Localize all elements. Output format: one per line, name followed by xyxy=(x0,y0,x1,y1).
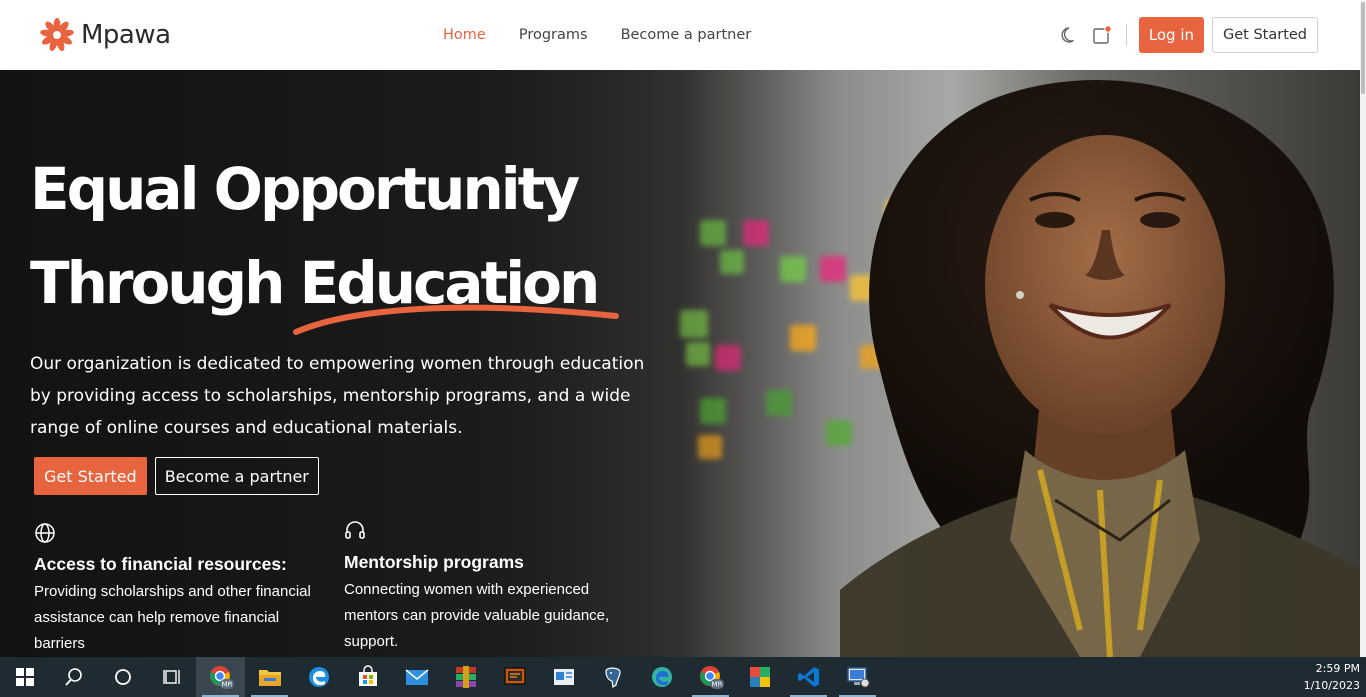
taskbar-store-app[interactable] xyxy=(343,657,392,697)
sunburst-logo-icon xyxy=(40,18,74,52)
feature-mentorship: Mentorship programs Connecting women wit… xyxy=(344,520,644,655)
feature-desc-line: Providing scholarships and other financi… xyxy=(34,583,311,600)
notification-button[interactable] xyxy=(1088,21,1116,49)
intro-line-1: Our organization is dedicated to empower… xyxy=(30,354,645,374)
taskbar-office-app[interactable] xyxy=(735,657,784,697)
hero-intro-text: Our organization is dedicated to empower… xyxy=(30,348,670,444)
taskbar-postgres-app[interactable] xyxy=(588,657,637,697)
office-icon xyxy=(749,667,770,687)
nav-become-partner-link[interactable]: Become a partner xyxy=(621,25,752,45)
taskbar-file-explorer-app[interactable] xyxy=(245,657,294,697)
scrollbar-thumb[interactable] xyxy=(1361,2,1365,94)
taskbar-outlook-app[interactable] xyxy=(539,657,588,697)
feature-financial-resources: Access to financial resources: Providing… xyxy=(34,522,334,657)
vscode-icon xyxy=(797,667,819,687)
feature-desc-line: assistance can help remove financial xyxy=(34,609,280,626)
system-clock[interactable]: 2:59 PM 1/10/2023 xyxy=(1304,660,1360,694)
headline-line-1: Equal Opportunity xyxy=(30,155,580,223)
store-icon xyxy=(358,665,377,686)
globe-icon xyxy=(35,523,55,543)
main-nav: Home Programs Become a partner xyxy=(443,25,784,45)
cortana-icon xyxy=(114,669,131,685)
taskbar-vscode-app[interactable] xyxy=(784,657,833,697)
taskbar-winrar-app[interactable] xyxy=(441,657,490,697)
taskbar-search-button[interactable] xyxy=(49,657,98,697)
feature-title: Access to financial resources: xyxy=(34,554,287,574)
header-divider xyxy=(1125,24,1127,46)
hero-get-started-button[interactable]: Get Started xyxy=(34,457,147,495)
outlook-icon xyxy=(553,669,574,685)
chrome-profile-badge: MR xyxy=(221,681,232,689)
task-view-button[interactable] xyxy=(147,657,196,697)
hero-become-partner-button[interactable]: Become a partner xyxy=(154,457,319,495)
feature-desc-line: support. xyxy=(344,633,399,650)
brand-logo[interactable]: Mpawa xyxy=(39,17,171,53)
intro-line-2: by providing access to scholarships, men… xyxy=(30,386,631,406)
windows-taskbar: MR MR 2:59 PM 1/10/2023 xyxy=(0,657,1366,697)
winrar-icon xyxy=(455,666,476,688)
chrome-icon: MR xyxy=(699,666,724,689)
taskbar-presentation-app[interactable] xyxy=(490,657,539,697)
headset-icon xyxy=(345,521,365,539)
feature-desc-line: barriers xyxy=(34,635,85,652)
mail-icon xyxy=(405,669,428,685)
taskbar-chrome-app-2[interactable]: MR xyxy=(686,657,735,697)
taskbar-remote-desktop-app[interactable] xyxy=(833,657,882,697)
page-scrollbar[interactable] xyxy=(1360,0,1366,657)
notification-icon xyxy=(1093,25,1112,44)
start-button[interactable] xyxy=(0,657,49,697)
headline-underline-decoration xyxy=(293,304,619,335)
cortana-button[interactable] xyxy=(98,657,147,697)
search-icon xyxy=(64,668,82,686)
taskbar-edge-app[interactable] xyxy=(294,657,343,697)
postgres-icon xyxy=(604,667,621,689)
edge-beta-icon xyxy=(651,667,672,687)
chrome-profile-badge: MR xyxy=(711,681,722,689)
feature-desc-line: mentors can provide valuable guidance, xyxy=(344,607,610,624)
clock-time: 2:59 PM xyxy=(1315,662,1360,675)
header-get-started-button[interactable]: Get Started xyxy=(1212,17,1318,53)
theme-toggle-button[interactable] xyxy=(1056,21,1084,49)
clock-date: 1/10/2023 xyxy=(1303,679,1360,692)
task-view-icon xyxy=(162,670,180,684)
nav-home-link[interactable]: Home xyxy=(443,25,486,45)
remote-desktop-icon xyxy=(846,667,869,688)
hero-section: Equal Opportunity Through Education Our … xyxy=(0,70,1360,657)
intro-line-3: range of online courses and educational … xyxy=(30,418,463,438)
feature-desc-line: Connecting women with experienced xyxy=(344,581,590,598)
nav-programs-link[interactable]: Programs xyxy=(519,25,588,45)
feature-description: Connecting women with experienced mentor… xyxy=(344,577,644,655)
login-button[interactable]: Log in xyxy=(1138,17,1204,53)
taskbar-mail-app[interactable] xyxy=(392,657,441,697)
edge-icon xyxy=(308,667,329,687)
site-header: Mpawa Home Programs Become a partner Log… xyxy=(0,0,1366,70)
moon-icon xyxy=(1061,27,1074,43)
feature-title: Mentorship programs xyxy=(344,552,524,572)
chrome-icon: MR xyxy=(209,666,234,689)
brand-name: Mpawa xyxy=(81,20,171,50)
taskbar-chrome-app[interactable]: MR xyxy=(196,657,245,697)
header-actions: Log in Get Started xyxy=(1056,17,1318,53)
presentation-icon xyxy=(503,667,526,685)
windows-start-icon xyxy=(15,668,34,686)
file-explorer-icon xyxy=(258,670,281,686)
taskbar-edge-beta-app[interactable] xyxy=(637,657,686,697)
feature-description: Providing scholarships and other financi… xyxy=(34,579,334,657)
hero-cta-row: Get Started Become a partner xyxy=(34,457,319,495)
